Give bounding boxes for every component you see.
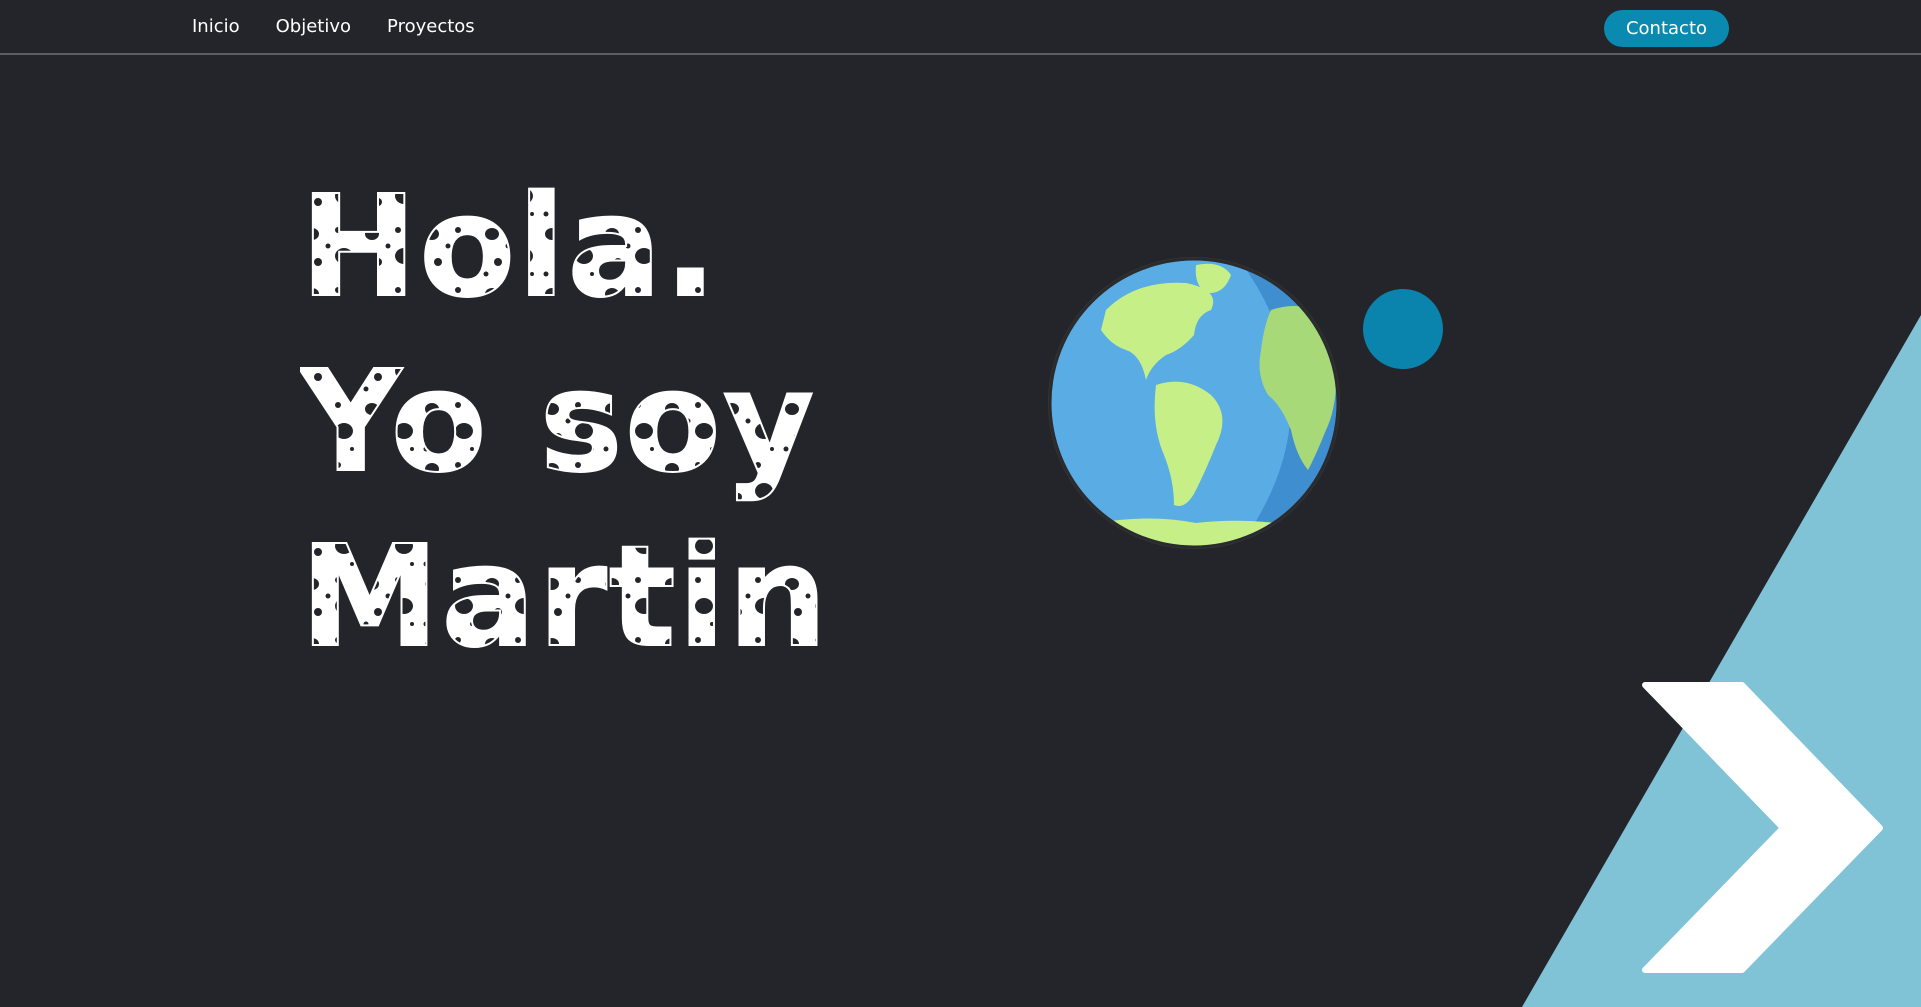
hero-line-1: Hola. [300, 160, 1020, 335]
moon-icon [1363, 289, 1443, 369]
svg-text:Hola.: Hola. [300, 166, 719, 329]
nav-link-inicio[interactable]: Inicio [192, 16, 240, 38]
hero-line-2: Yo soy [300, 335, 1020, 510]
nav-links: Inicio Objetivo Proyectos [192, 16, 475, 38]
hero-line-1-art: Hola. [300, 165, 719, 330]
hero-line-2-art: Yo soy [300, 340, 816, 505]
nav-link-proyectos[interactable]: Proyectos [387, 16, 475, 38]
svg-text:Martin: Martin [300, 516, 829, 679]
page: Inicio Objetivo Proyectos Contacto Hola.… [0, 0, 1921, 1007]
svg-text:Yo soy: Yo soy [300, 341, 816, 504]
hero-line-3: Martin [300, 510, 1020, 685]
hero-line-3-art: Martin [300, 515, 829, 680]
top-navbar: Inicio Objetivo Proyectos Contacto [0, 0, 1921, 55]
earth-globe-icon [1048, 257, 1340, 549]
contact-button[interactable]: Contacto [1604, 10, 1729, 47]
hero-heading: Hola. Yo soy Martin [300, 160, 1020, 685]
nav-link-objetivo[interactable]: Objetivo [276, 16, 351, 38]
